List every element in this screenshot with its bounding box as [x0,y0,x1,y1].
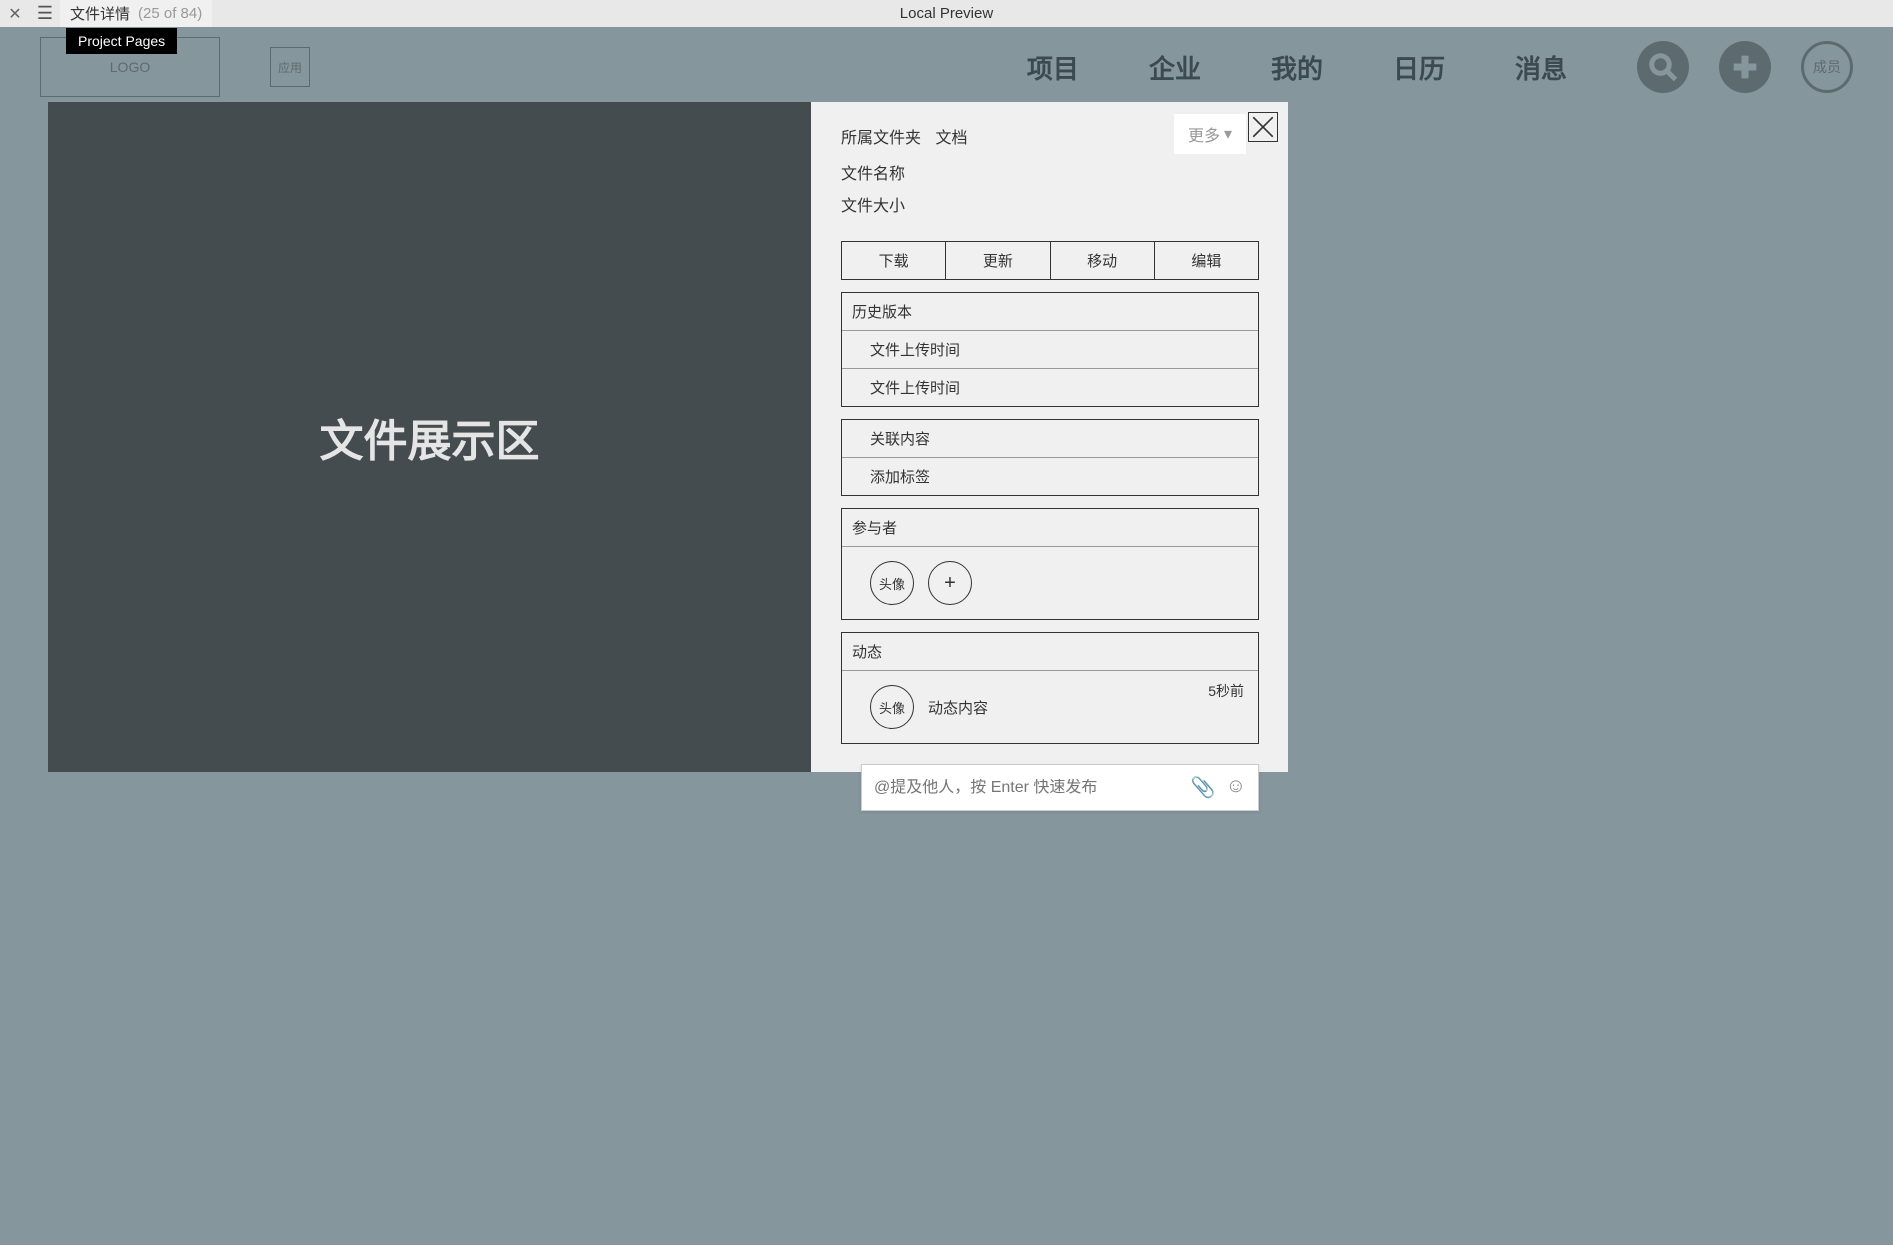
file-display-label: 文件展示区 [320,405,540,469]
folder-value: 文档 [935,130,967,147]
participant-avatar[interactable]: 头像 [870,561,914,605]
download-button[interactable]: 下载 [842,242,946,279]
main-area: LOGO 应用 项目 企业 我的 日历 消息 成员 文件展示区 [0,27,1893,1245]
participants-row: 头像 + [842,546,1258,619]
emoji-icon[interactable]: ☺ [1226,775,1246,800]
update-button[interactable]: 更新 [946,242,1050,279]
member-button[interactable]: 成员 [1801,41,1853,93]
activity-item: 头像 动态内容 5秒前 [842,670,1258,743]
folder-label: 所属文件夹 [841,130,921,147]
nav-messages[interactable]: 消息 [1515,49,1567,86]
page-title-wrap: 文件详情 (25 of 84) [60,0,212,27]
add-icon[interactable] [1719,41,1771,93]
chevron-down-icon: ▾ [1224,124,1232,144]
comment-wrap: 📎 ☺ [841,764,1259,811]
activity-time: 5秒前 [1208,681,1244,701]
comment-icons: 📎 ☺ [1191,775,1246,800]
nav-icons: 成员 [1637,41,1853,93]
page-counter: (25 of 84) [138,5,202,22]
project-pages-tooltip: Project Pages [66,28,177,54]
app-button[interactable]: 应用 [270,47,310,87]
comment-box: 📎 ☺ [861,764,1259,811]
history-item[interactable]: 文件上传时间 [842,368,1258,406]
action-row: 下载 更新 移动 编辑 [841,241,1259,280]
activity-header: 动态 [842,633,1258,670]
history-header: 历史版本 [842,293,1258,330]
move-button[interactable]: 移动 [1051,242,1155,279]
center-title: Local Preview [900,5,993,22]
nav-calendar[interactable]: 日历 [1393,49,1445,86]
comment-input[interactable] [874,779,1191,797]
activity-content: 动态内容 [928,697,988,718]
more-dropdown[interactable]: 更多 ▾ [1174,114,1246,154]
nav-projects[interactable]: 项目 [1027,49,1079,86]
related-section: 关联内容 添加标签 [841,419,1259,496]
history-section: 历史版本 文件上传时间 文件上传时间 [841,292,1259,407]
file-detail-modal: 文件展示区 更多 ▾ 所属文件夹 文档 文件名称 文件大小 下载 更新 移动 编… [48,102,1288,772]
file-name-label: 文件名称 [841,160,1273,184]
activity-avatar: 头像 [870,685,914,729]
file-detail-panel: 更多 ▾ 所属文件夹 文档 文件名称 文件大小 下载 更新 移动 编辑 历史版本… [811,102,1288,772]
hamburger-icon[interactable]: ☰ [30,3,60,24]
nav-enterprise[interactable]: 企业 [1149,49,1201,86]
bg-header: LOGO 应用 项目 企业 我的 日历 消息 成员 [0,27,1893,107]
nav-mine[interactable]: 我的 [1271,49,1323,86]
edit-button[interactable]: 编辑 [1155,242,1258,279]
nav-links: 项目 企业 我的 日历 消息 [1027,49,1567,86]
more-label: 更多 [1188,122,1220,146]
close-icon[interactable]: ✕ [0,4,30,24]
file-display-area: 文件展示区 [48,102,811,772]
attachment-icon[interactable]: 📎 [1191,775,1216,800]
history-item[interactable]: 文件上传时间 [842,330,1258,368]
top-bar: ✕ ☰ 文件详情 (25 of 84) Local Preview [0,0,1893,27]
participants-section: 参与者 头像 + [841,508,1259,620]
search-icon[interactable] [1637,41,1689,93]
add-tag-button[interactable]: 添加标签 [842,457,1258,495]
file-size-label: 文件大小 [841,192,1273,216]
page-title: 文件详情 [70,3,130,24]
participants-header: 参与者 [842,509,1258,546]
close-modal-button[interactable] [1248,112,1278,142]
activity-section: 动态 头像 动态内容 5秒前 [841,632,1259,744]
related-header: 关联内容 [842,420,1258,457]
add-participant-button[interactable]: + [928,561,972,605]
